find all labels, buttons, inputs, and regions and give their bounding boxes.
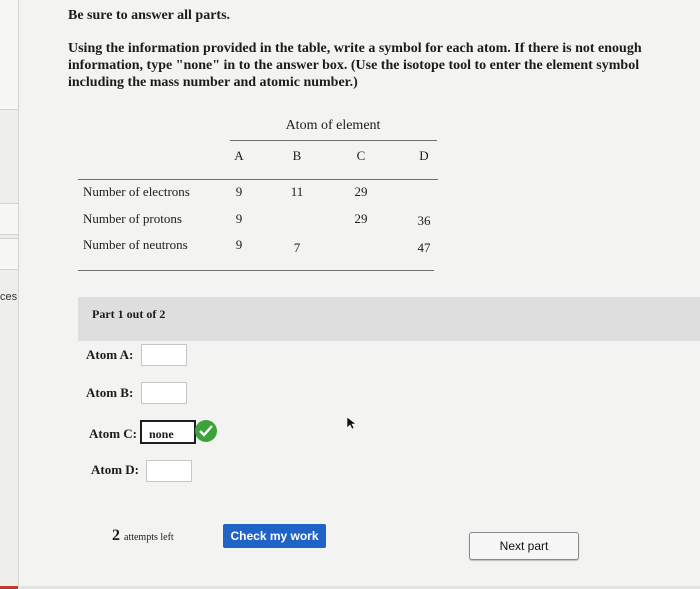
column-header-b: B <box>292 148 302 163</box>
table-cell: 47 <box>417 240 431 255</box>
column-header-c: C <box>356 148 366 163</box>
table-cell: 36 <box>417 213 431 228</box>
question-instructions: Using the information provided in the ta… <box>68 41 642 90</box>
atom-c-input[interactable]: none <box>140 420 196 444</box>
atom-d-input[interactable] <box>146 460 192 482</box>
atom-c-label: Atom C: <box>89 426 138 441</box>
table-cell: 9 <box>235 237 243 252</box>
atom-c-value: none <box>149 427 174 441</box>
column-header-a: A <box>234 148 244 163</box>
table-cell: 29 <box>354 184 368 199</box>
atom-a-label: Atom A: <box>86 347 134 362</box>
atom-a-input[interactable] <box>141 344 187 366</box>
attempts-count: 2 <box>112 527 120 544</box>
sidebar-panel[interactable] <box>0 238 19 270</box>
part-header-bar <box>78 297 700 341</box>
sidebar-panel[interactable] <box>0 203 19 235</box>
row-label-protons: Number of protons <box>83 211 182 226</box>
row-label-electrons: Number of electrons <box>83 184 190 199</box>
atom-d-label: Atom D: <box>91 462 140 477</box>
attempts-remaining: 2 attempts left <box>112 527 174 545</box>
table-cell: 9 <box>235 211 243 226</box>
atom-b-label: Atom B: <box>86 385 134 400</box>
table-cell: 29 <box>354 211 368 226</box>
attempts-text: attempts left <box>124 532 174 543</box>
table-cell: 7 <box>293 240 301 255</box>
column-header-d: D <box>419 148 429 163</box>
table-cell: 9 <box>235 184 243 199</box>
part-indicator: Part 1 out of 2 <box>92 307 166 321</box>
atom-b-input[interactable] <box>141 382 187 404</box>
table-cell: 11 <box>290 184 304 199</box>
next-part-button[interactable]: Next part <box>469 532 579 560</box>
table-rule <box>78 179 438 180</box>
sidebar-panel[interactable] <box>0 0 19 110</box>
check-my-work-button[interactable]: Check my work <box>223 524 326 548</box>
table-group-header: Atom of element <box>285 118 381 133</box>
page-heading: Be sure to answer all parts. <box>68 8 231 23</box>
row-label-neutrons: Number of neutrons <box>83 237 188 252</box>
table-rule <box>230 140 437 141</box>
mouse-pointer-icon <box>346 416 358 435</box>
table-rule <box>78 270 434 271</box>
check-circle-icon <box>195 420 217 442</box>
sidebar-label: ces <box>0 291 18 303</box>
